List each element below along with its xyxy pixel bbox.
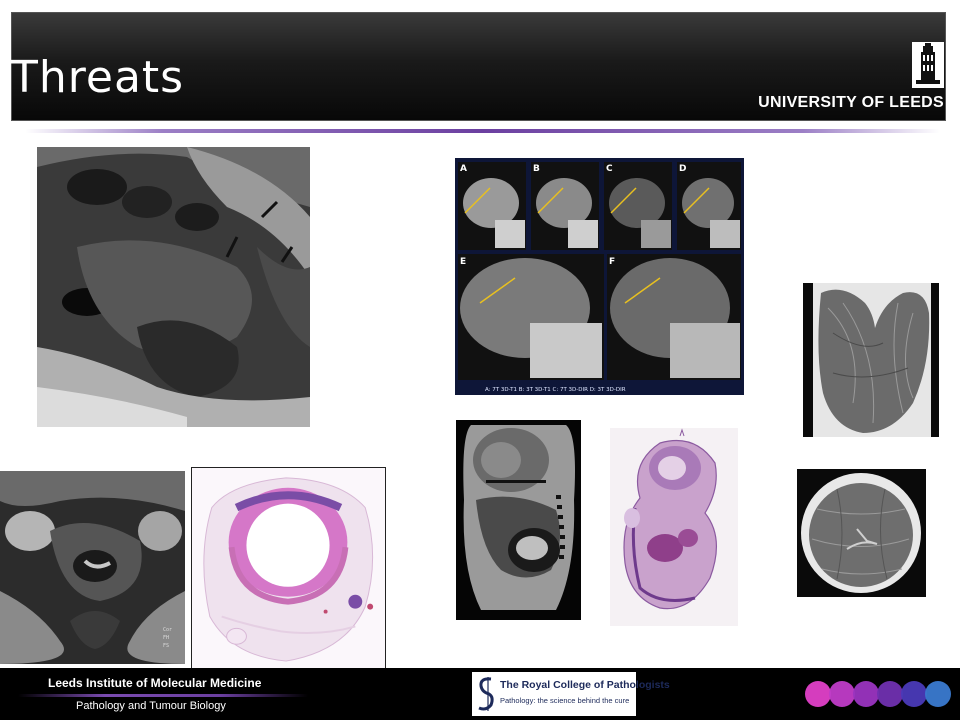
stained-dot [877,681,903,707]
colon-specimen-axial-mri-image [797,469,926,597]
stained-dot [853,681,879,707]
fetal-he-histology-image [610,428,738,626]
panel-label-a: A [460,164,467,174]
panel-caption: A: 7T 3D-T1 B: 3T 3D-T1 C: 7T 3D-DIR D: … [485,387,626,393]
stained-dot [805,681,831,707]
stained-dot [925,681,951,707]
mri-label-fh: FH [163,635,169,641]
mri-label-fs: FS [163,643,169,649]
panel-label-c: C [606,164,613,174]
rcp-logo: The Royal College of Pathologists Pathol… [472,672,670,716]
mri-label-cor: Cor [163,627,172,633]
rcp-logo-name: The Royal College of Pathologists [500,679,670,691]
fetal-mri-image [456,420,581,620]
footer-department-name: Pathology and Tumour Biology [76,700,226,712]
footer-divider [18,694,308,697]
panel-label-f: F [609,257,615,267]
brain-mri-comparison-panel: A B C D E F A: 7T 3D-T1 B: 3T 3D-T1 C: 7… [455,158,744,395]
decorative-stained-dots [804,678,954,710]
footer-institute-name: Leeds Institute of Molecular Medicine [48,676,262,690]
parkinson-tower-icon [912,42,944,88]
slide-title: Threats [11,52,185,103]
sagittal-pelvis-mri-image [37,147,310,427]
axial-pelvis-mri-image: Cor FH FS [0,471,185,664]
panel-label-e: E [460,257,466,267]
he-stained-ring-histology-image [191,467,386,669]
university-logo: UNIVERSITY OF LEEDS [744,42,944,112]
footer-bar: Leeds Institute of Molecular Medicine Pa… [0,668,960,720]
header-divider [25,129,940,133]
rcp-logo-tagline: Pathology: the science behind the cure [500,696,630,705]
panel-label-d: D [679,164,686,174]
stained-dot [901,681,927,707]
panel-label-b: B [533,164,540,174]
university-logo-text: UNIVERSITY OF LEEDS [758,94,944,111]
colon-specimen-mri-image [803,283,939,437]
rcp-s-symbol-icon [476,675,496,713]
stained-dot [829,681,855,707]
